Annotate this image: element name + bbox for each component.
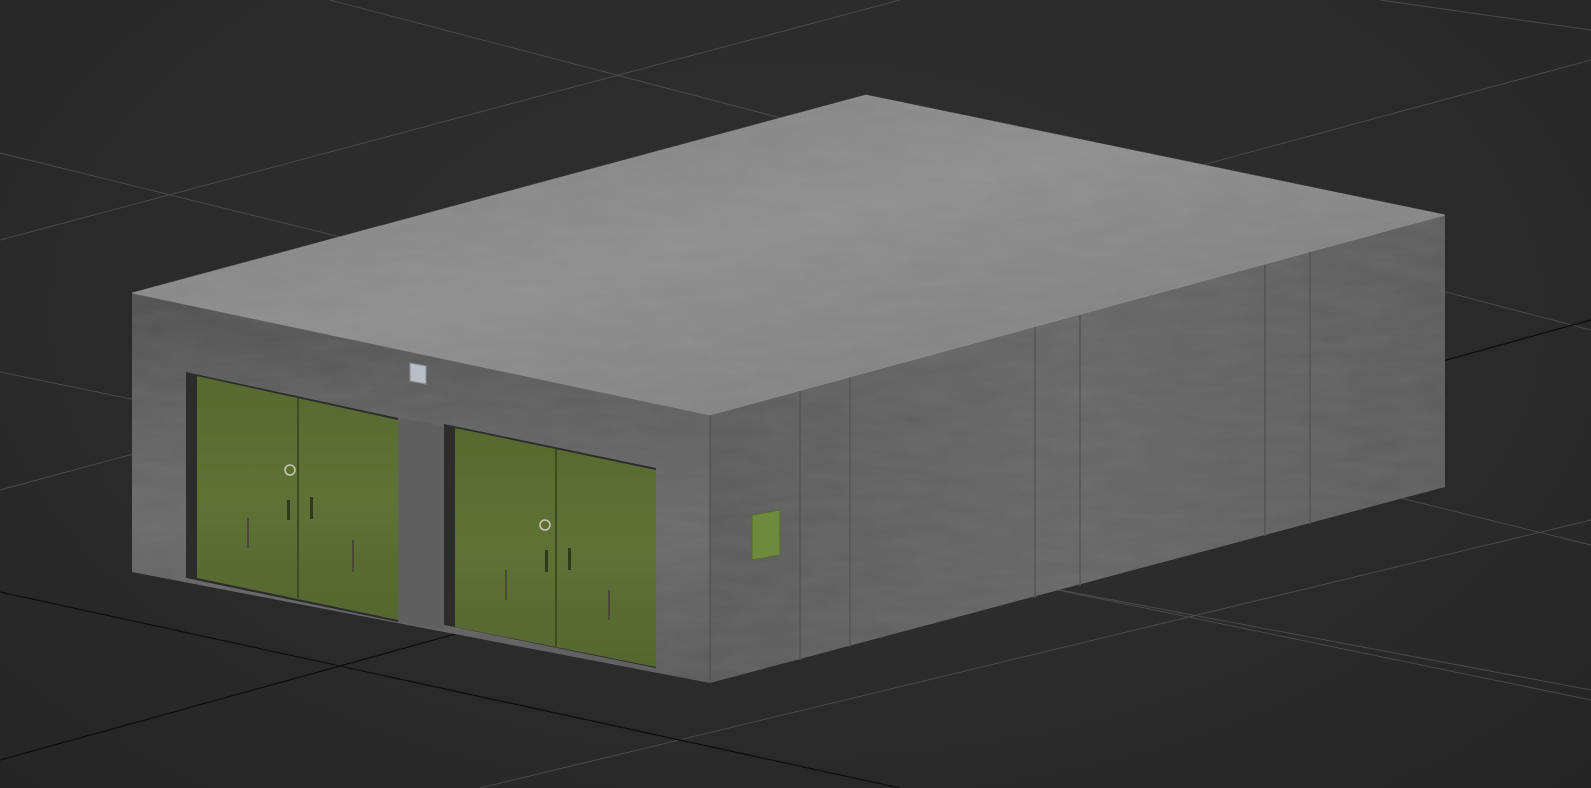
3d-viewport[interactable] — [0, 0, 1591, 788]
viewport-scene — [0, 0, 1591, 788]
wall-junction-box — [409, 362, 427, 385]
garage-building[interactable] — [131, 94, 1446, 683]
door-pillar — [398, 418, 444, 630]
electrical-panel — [751, 509, 781, 561]
